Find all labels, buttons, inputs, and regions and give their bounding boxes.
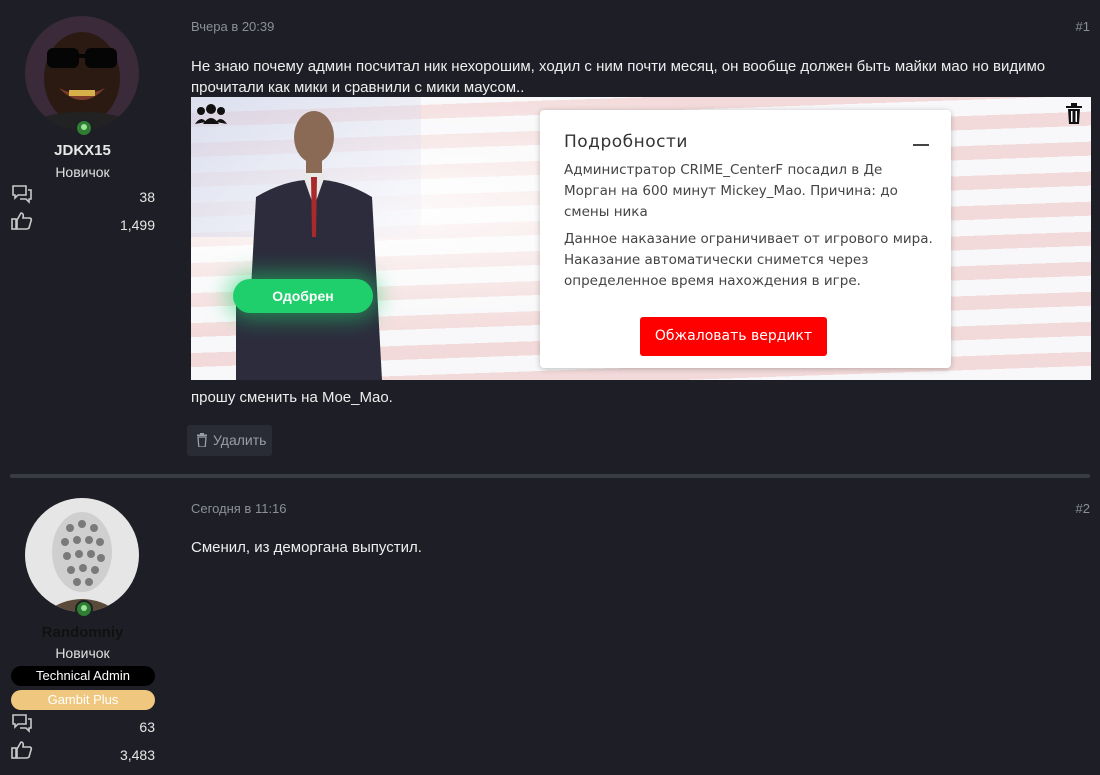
banner-gambit-plus: Gambit Plus xyxy=(11,690,155,710)
reactions-count: 3,483 xyxy=(119,747,155,763)
online-status-icon xyxy=(75,600,93,618)
approved-status-badge: Одобрен xyxy=(233,279,373,313)
avatar[interactable] xyxy=(25,16,139,130)
card-punishment-text: Администратор CRIME_CenterF посадил в Де… xyxy=(564,162,898,220)
messages-icon xyxy=(12,185,32,204)
card-body: Администратор CRIME_CenterF посадил в Де… xyxy=(564,160,934,298)
avatar[interactable] xyxy=(25,498,139,612)
user-role: Новичок xyxy=(55,164,110,180)
user-role: Новичок xyxy=(55,645,110,661)
online-status-icon xyxy=(75,119,93,137)
post-2: Randomniy Новичок Technical Admin Gambit… xyxy=(0,490,1100,775)
group-icon[interactable] xyxy=(195,103,227,125)
post-date[interactable]: Вчера в 20:39 xyxy=(191,19,274,34)
trash-icon[interactable] xyxy=(1065,103,1083,125)
details-card: Подробности Администратор CRIME_CenterF … xyxy=(540,110,951,368)
messages-count: 63 xyxy=(139,719,155,735)
card-title: Подробности xyxy=(564,132,688,152)
reactions-count: 1,499 xyxy=(119,217,155,233)
character-image xyxy=(236,111,382,380)
delete-button[interactable]: Удалить xyxy=(187,425,272,456)
post-date[interactable]: Сегодня в 11:16 xyxy=(191,501,287,516)
post-number[interactable]: #2 xyxy=(1076,501,1090,516)
like-icon xyxy=(11,212,33,230)
delete-label: Удалить xyxy=(213,432,267,448)
messages-icon xyxy=(12,714,32,733)
post-1: JDKX15 Новичок 38 1,499 Вчера в 20:39 #1… xyxy=(0,0,1100,470)
minimize-icon[interactable] xyxy=(913,144,929,146)
post-number[interactable]: #1 xyxy=(1076,19,1090,34)
username[interactable]: Randomniy xyxy=(0,624,165,641)
trash-icon xyxy=(197,433,207,447)
post-footer-text: прошу сменить на Moe_Mao. xyxy=(191,389,393,406)
card-info-text: Данное наказание ограничивает от игровог… xyxy=(564,231,933,289)
appeal-button[interactable]: Обжаловать вердикт xyxy=(640,317,827,356)
username[interactable]: JDKX15 xyxy=(0,142,165,159)
post-text: Сменил, из деморгана выпустил. xyxy=(191,539,422,556)
banner-technical-admin: Technical Admin xyxy=(11,666,155,686)
attached-screenshot[interactable]: Одобрен Подробности Администратор CRIME_… xyxy=(191,97,1091,380)
post-divider xyxy=(10,474,1090,478)
like-icon xyxy=(11,741,33,759)
post-text: Не знаю почему админ посчитал ник нехоро… xyxy=(191,58,1046,96)
messages-count: 38 xyxy=(139,189,155,205)
